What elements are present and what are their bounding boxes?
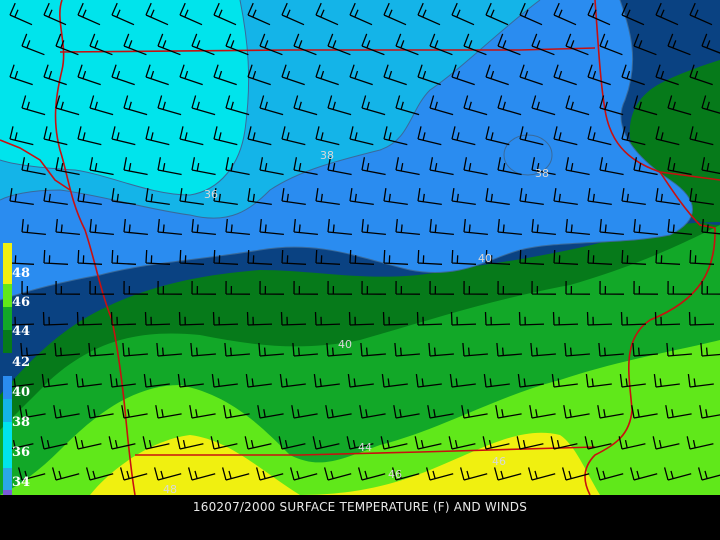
legend-swatch-36 — [3, 399, 12, 422]
legend-label-36: 36 — [12, 445, 30, 460]
legend-label-38: 38 — [12, 415, 30, 430]
legend-label-44: 44 — [12, 324, 30, 339]
contour-label-36: 36 — [204, 188, 218, 201]
temperature-wind-map: 36 38 38 40 40 44 46 46 48 48 46 44 42 4… — [0, 0, 720, 495]
legend-label-40: 40 — [12, 385, 30, 400]
legend-swatch-42 — [3, 330, 12, 353]
legend-label-48: 48 — [12, 266, 30, 281]
contour-label-40b: 40 — [338, 338, 352, 351]
legend-swatch-32 — [3, 468, 12, 490]
legend-swatch-50 — [3, 243, 12, 261]
legend-label-34: 34 — [12, 475, 30, 490]
contour-label-46: 46 — [388, 468, 402, 481]
contour-label-46b: 46 — [492, 455, 506, 468]
legend-swatch-38 — [3, 376, 12, 399]
legend-swatch-44 — [3, 307, 12, 330]
legend-label-42: 42 — [12, 355, 30, 370]
legend-swatch-34 — [3, 422, 12, 468]
legend-swatch-30 — [3, 490, 12, 495]
contour-label-48: 48 — [163, 483, 177, 495]
legend-swatch-40 — [3, 353, 12, 376]
contour-label-40: 40 — [478, 252, 492, 265]
map-caption: 160207/2000 SURFACE TEMPERATURE (F) AND … — [192, 500, 528, 514]
contour-label-44: 44 — [358, 441, 372, 454]
legend-swatch-46 — [3, 284, 12, 307]
contour-label-38: 38 — [320, 149, 334, 162]
legend-swatch-48 — [3, 261, 12, 284]
temperature-legend: 48 46 44 42 40 38 36 34 — [3, 243, 30, 495]
legend-label-46: 46 — [12, 295, 30, 310]
contour-label-38b: 38 — [535, 167, 549, 180]
